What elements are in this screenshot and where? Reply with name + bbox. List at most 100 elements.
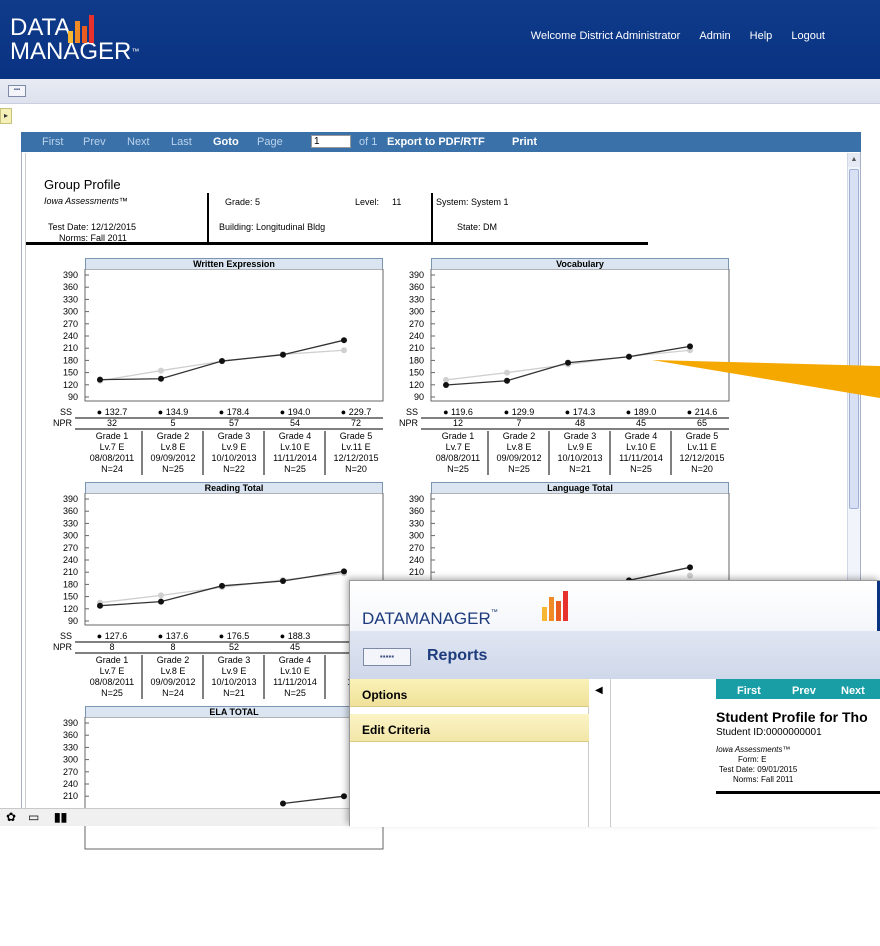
edit-criteria-item[interactable]: Edit Criteria (350, 714, 589, 742)
expand-side-icon[interactable]: ▸ (0, 108, 12, 124)
y-tick-label: 270 (63, 767, 78, 777)
date-label: 08/08/2011 (90, 453, 134, 463)
y-tick-label: 240 (63, 555, 78, 565)
page-number-input[interactable]: 1 (311, 135, 351, 148)
y-tick-label: 120 (63, 604, 78, 614)
data-point (687, 572, 693, 579)
grade-label: Grade 5 (340, 431, 373, 441)
pager-last[interactable]: Last (171, 136, 192, 148)
chart-reading-total: Reading Total 90 120 150 180 210 240 270 300 330 3… (45, 482, 384, 722)
n-label: N=20 (345, 464, 367, 474)
collapse-left-icon[interactable]: ◀ (595, 685, 603, 696)
overlay-pager-prev[interactable]: Prev (792, 685, 816, 697)
data-point (158, 598, 164, 605)
npr-value: 72 (351, 418, 361, 428)
data-point (280, 351, 286, 358)
overlay-collapse[interactable]: ◀ (589, 679, 611, 827)
top-nav: Welcome District Administrator Admin Hel… (515, 30, 825, 42)
overlay-header: DATAMANAGER™ (350, 581, 880, 631)
level-label: Lv.10 E (626, 442, 656, 452)
ov-form: Form: E (738, 755, 767, 764)
npr-value: 32 (107, 418, 117, 428)
report-title: Group Profile (44, 177, 121, 192)
level-label: Lv.11 E (341, 442, 370, 452)
ss-value: ● 129.9 (504, 407, 534, 417)
data-point (158, 375, 164, 382)
npr-value: 45 (636, 418, 646, 428)
npr-value: 54 (290, 418, 300, 428)
overlay-pager-first[interactable]: First (737, 685, 761, 697)
y-tick-label: 150 (63, 368, 78, 378)
export-button[interactable]: Export to PDF/RTF (387, 136, 485, 148)
bug-icon[interactable]: ✿ (6, 810, 16, 824)
level-label: Lv.8 E (507, 442, 532, 452)
n-label: N=25 (162, 464, 184, 474)
n-label: N=24 (162, 688, 184, 698)
screen-icon[interactable]: ▭ (28, 810, 39, 824)
scroll-up-icon[interactable]: ▲ (848, 153, 860, 167)
overlay-logo-tm: ™ (490, 609, 498, 616)
logout-link[interactable]: Logout (791, 30, 825, 42)
data-point (219, 358, 225, 365)
data-point (219, 582, 225, 589)
bars-icon[interactable]: ▮▮ (54, 810, 67, 824)
y-tick-label: 390 (63, 718, 78, 728)
date-label: 10/10/2013 (557, 453, 602, 463)
pager-next[interactable]: Next (127, 136, 150, 148)
n-label: N=24 (101, 464, 123, 474)
overlay-menu-button[interactable]: ▪▪▪▪▪ (363, 648, 411, 666)
y-tick-label: 330 (63, 742, 78, 752)
data-point (97, 376, 103, 383)
logo-bars-icon (68, 15, 94, 43)
admin-link[interactable]: Admin (699, 30, 730, 42)
level-label: Lv.8 E (161, 666, 186, 676)
y-tick-label: 270 (63, 319, 78, 329)
npr-label: NPR (399, 418, 419, 428)
pager-goto[interactable]: Goto (213, 136, 239, 148)
y-tick-label: 360 (63, 730, 78, 740)
app-header: DATA MANAGER™ Welcome District Administr… (0, 0, 880, 79)
ss-value: ● 178.4 (219, 407, 249, 417)
y-tick-label: 330 (63, 518, 78, 528)
y-tick-label: 270 (409, 543, 424, 553)
ss-value: ● 134.9 (158, 407, 188, 417)
y-tick-label: 360 (409, 506, 424, 516)
y-tick-label: 300 (409, 531, 424, 541)
level-label: Lv.7 E (100, 666, 125, 676)
student-id: Student ID:0000000001 (716, 727, 822, 738)
pager-first[interactable]: First (42, 136, 63, 148)
ss-value: ● 188.3 (280, 631, 310, 641)
data-point (280, 578, 286, 585)
data-point (97, 602, 103, 609)
overlay-logo-text: DATAMANAGER (362, 609, 491, 628)
npr-value: 7 (516, 418, 521, 428)
overlay-logo[interactable]: DATAMANAGER™ (362, 609, 498, 629)
print-button[interactable]: Print (512, 136, 537, 148)
menu-toggle-button[interactable]: ▪▪▪ (8, 85, 26, 97)
npr-value: 57 (229, 418, 239, 428)
y-tick-label: 330 (409, 518, 424, 528)
scroll-thumb[interactable] (849, 169, 859, 509)
n-label: N=25 (101, 688, 123, 698)
data-point (341, 337, 347, 344)
help-link[interactable]: Help (750, 30, 773, 42)
options-item[interactable]: Options (350, 679, 589, 707)
pager-prev[interactable]: Prev (83, 136, 106, 148)
y-tick-label: 120 (63, 380, 78, 390)
overlay-pager: First Prev Next (716, 679, 880, 699)
overlay-pager-next[interactable]: Next (841, 685, 865, 697)
y-tick-label: 210 (63, 791, 78, 801)
y-tick-label: 240 (409, 331, 424, 341)
ss-value: ● 119.6 (443, 407, 473, 417)
npr-value: 65 (697, 418, 707, 428)
student-profile-title: Student Profile for Tho (716, 709, 868, 725)
student-meta: Iowa Assessments™ Form: E Test Date: 09/… (716, 745, 797, 785)
y-tick-label: 90 (68, 392, 78, 402)
overlay-sidebar: Options Edit Criteria (350, 679, 589, 827)
data-point (158, 367, 164, 374)
level-label: Lv.9 E (222, 666, 247, 676)
npr-value: 8 (109, 642, 114, 652)
chart-plot: 90 120 150 180 210 240 270 300 330 360 390 SSNPR ● 1… (53, 269, 384, 475)
level-label: Lv.8 E (161, 442, 186, 452)
grade-label: Grade 1 (96, 431, 129, 441)
